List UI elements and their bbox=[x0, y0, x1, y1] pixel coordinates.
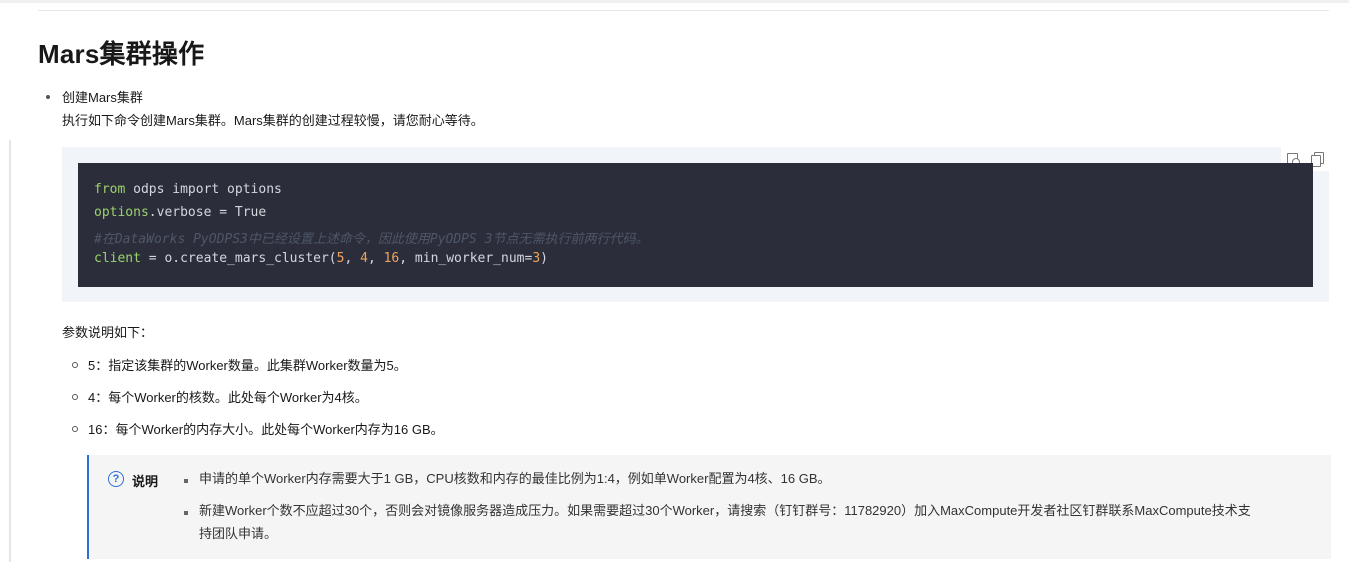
code-keyword: client bbox=[94, 251, 141, 266]
sub-list-bullet bbox=[72, 426, 78, 432]
sub-list-bullet bbox=[72, 394, 78, 400]
top-divider bbox=[38, 10, 1329, 11]
left-divider bbox=[9, 140, 11, 562]
code-text: , min_worker_num= bbox=[399, 251, 533, 266]
code-block[interactable]: from odps import options options.verbose… bbox=[78, 163, 1313, 287]
code-text: , bbox=[344, 251, 361, 266]
code-number: 16 bbox=[383, 251, 400, 266]
question-icon: ? bbox=[108, 471, 124, 487]
list-item-description: 执行如下命令创建Mars集群。Mars集群的创建过程较慢，请您耐心等待。 bbox=[62, 113, 484, 128]
code-number: 3 bbox=[532, 251, 541, 266]
code-line-4: client = o.create_mars_cluster(5, 4, 16,… bbox=[94, 251, 548, 266]
code-text: ) bbox=[540, 251, 548, 266]
note-label: 说明 bbox=[132, 474, 159, 489]
note-callout: ? 说明 申请的单个Worker内存需要大于1 GB，CPU核数和内存的最佳比例… bbox=[87, 455, 1331, 559]
code-keyword: options bbox=[94, 205, 149, 220]
param-item: 4：每个Worker的核数。此处每个Worker为4核。 bbox=[88, 390, 368, 405]
code-number: 4 bbox=[360, 251, 368, 266]
param-item: 16：每个Worker的内存大小。此处每个Worker内存为16 GB。 bbox=[88, 422, 444, 437]
note-item: 新建Worker个数不应超过30个，否则会对镜像服务器造成压力。如果需要超过30… bbox=[199, 503, 1251, 541]
page-title: Mars集群操作 bbox=[38, 39, 205, 69]
list-bullet bbox=[46, 95, 50, 99]
list-item-title: 创建Mars集群 bbox=[62, 90, 143, 105]
code-text: = o.create_mars_cluster( bbox=[140, 251, 337, 266]
top-strip bbox=[0, 0, 1349, 3]
code-text: , bbox=[367, 251, 384, 266]
code-line-3-comment: #在DataWorks PyODPS3中已经设置上述命令，因此使用PyODPS … bbox=[94, 232, 649, 247]
note-item: 申请的单个Worker内存需要大于1 GB，CPU核数和内存的最佳比例为1:4，… bbox=[199, 471, 831, 486]
params-intro: 参数说明如下： bbox=[62, 325, 154, 340]
code-block-container: from odps import options options.verbose… bbox=[62, 147, 1329, 302]
code-keyword: from bbox=[94, 182, 126, 197]
note-bullet bbox=[184, 511, 188, 515]
sub-list-bullet bbox=[72, 362, 78, 368]
code-text: odps import options bbox=[125, 182, 282, 197]
note-bullet bbox=[184, 479, 188, 483]
code-text: .verbose = True bbox=[148, 205, 267, 220]
param-item: 5：指定该集群的Worker数量。此集群Worker数量为5。 bbox=[88, 358, 407, 373]
code-line-2: options.verbose = True bbox=[94, 205, 266, 220]
code-line-1: from odps import options bbox=[94, 182, 282, 197]
